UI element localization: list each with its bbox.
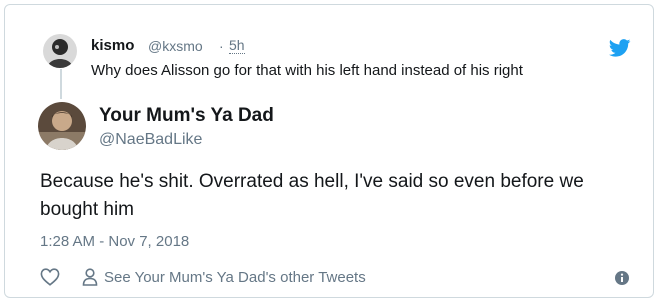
info-icon[interactable] (614, 270, 630, 286)
reply-author-handle[interactable]: @kxsmo (148, 38, 203, 54)
author-display-name[interactable]: Your Mum's Ya Dad (99, 105, 274, 127)
reply-text: Why does Alisson go for that with his le… (91, 62, 523, 79)
twitter-bird-icon[interactable] (608, 39, 631, 57)
author-handle[interactable]: @NaeBadLike (99, 131, 202, 149)
thread-connector-line (60, 69, 62, 99)
reply-time-link[interactable]: 5h (229, 38, 245, 54)
reply-separator: · (219, 38, 224, 54)
heart-icon[interactable] (40, 268, 60, 286)
author-avatar[interactable] (38, 102, 86, 150)
person-icon[interactable] (82, 268, 98, 286)
reply-author-name[interactable]: kismo (91, 37, 134, 54)
tweet-timestamp[interactable]: 1:28 AM - Nov 7, 2018 (40, 233, 189, 250)
embedded-tweet-card: kismo @kxsmo · 5h Why does Alisson go fo… (4, 4, 654, 298)
reply-author-avatar[interactable] (43, 34, 77, 68)
tweet-actions: See Your Mum's Ya Dad's other Tweets (40, 267, 366, 287)
tweet-text: Because he's shit. Overrated as hell, I'… (40, 171, 584, 220)
other-tweets-link[interactable]: See Your Mum's Ya Dad's other Tweets (104, 269, 366, 286)
